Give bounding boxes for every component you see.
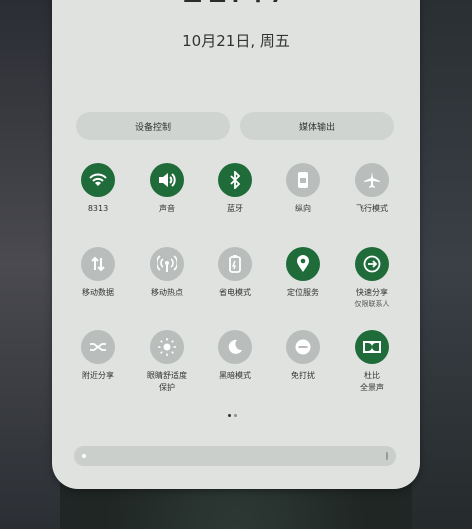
tile-airplane[interactable]: 飞行模式 [337,163,407,215]
tile-label: 纵向 [295,204,311,213]
tile-label-line2: 全景声 [360,383,384,392]
nearby-share-icon [90,343,106,351]
airplane-toggle[interactable] [355,163,389,197]
clock: 21:47 [52,0,420,11]
wifi-toggle[interactable] [81,163,115,197]
tile-dnd[interactable]: 免打扰 [268,330,338,382]
airplane-icon [364,172,380,188]
hotspot-toggle[interactable] [150,247,184,281]
battery-saver-icon [229,255,241,273]
hotspot-icon [157,255,177,272]
tile-battery-saver[interactable]: 省电模式 [200,247,270,299]
tile-label: 免打扰 [291,371,315,380]
dolby-toggle[interactable] [355,330,389,364]
dark-mode-icon [228,339,242,354]
tile-label: 省电模式 [219,288,251,297]
tile-bluetooth[interactable]: 蓝牙 [200,163,270,215]
quick-share-icon [363,255,381,273]
tile-quick-share[interactable]: 快速分享 仅限联系人 [337,247,407,309]
portrait-lock-icon [298,172,308,188]
media-output-button[interactable]: 媒体输出 [240,112,394,140]
dnd-toggle[interactable] [286,330,320,364]
sound-toggle[interactable] [150,163,184,197]
page-dot-active [228,414,231,417]
bluetooth-toggle[interactable] [218,163,252,197]
bluetooth-icon [230,171,241,189]
page-indicator [228,414,237,417]
tile-portrait[interactable]: 纵向 [268,163,338,215]
tile-dolby[interactable]: 杜比 全景声 [337,330,407,394]
background-left [0,0,60,529]
location-toggle[interactable] [286,247,320,281]
tile-label: 杜比 [364,371,380,380]
dark-mode-toggle[interactable] [218,330,252,364]
brightness-slider[interactable] [74,446,396,466]
tile-mobile-data[interactable]: 移动数据 [63,247,133,299]
tile-location[interactable]: 定位服务 [268,247,338,299]
tile-label-line2: 保护 [159,383,175,392]
eye-comfort-icon [158,338,176,356]
tile-nearby-share[interactable]: 附近分享 [63,330,133,382]
eye-comfort-toggle[interactable] [150,330,184,364]
tile-label: 眼睛舒适度 [147,371,187,380]
tile-wifi[interactable]: 8313 [63,163,133,215]
tile-label: 定位服务 [287,288,319,297]
tile-label: 声音 [159,204,175,213]
dolby-icon [363,341,381,353]
tile-eye-comfort[interactable]: 眼睛舒适度 保护 [132,330,202,394]
tile-label: 8313 [87,204,109,213]
slider-knob[interactable] [82,454,86,458]
wifi-icon [89,173,107,186]
device-control-button[interactable]: 设备控制 [76,112,230,140]
tile-label: 黑暗模式 [219,371,251,380]
quick-settings-panel: 21:47 10月21日, 周五 设备控制 媒体输出 8313 声音 [52,0,420,489]
quick-share-toggle[interactable] [355,247,389,281]
tile-label: 蓝牙 [227,204,243,213]
mobile-data-icon [91,256,105,272]
tile-label: 飞行模式 [356,204,388,213]
slider-menu-icon[interactable] [386,452,388,460]
tile-label: 附近分享 [82,371,114,380]
page-dot [234,414,237,417]
date: 10月21日, 周五 [182,32,290,50]
nearby-share-toggle[interactable] [81,330,115,364]
tile-dark-mode[interactable]: 黑暗模式 [200,330,270,382]
dnd-icon [295,339,311,355]
tile-hotspot[interactable]: 移动热点 [132,247,202,299]
mobile-data-toggle[interactable] [81,247,115,281]
tile-label: 移动数据 [82,288,114,297]
tile-label: 移动热点 [151,288,183,297]
location-icon [297,255,309,272]
tile-sublabel: 仅限联系人 [354,300,390,308]
tile-sound[interactable]: 声音 [132,163,202,215]
volume-icon [159,173,176,187]
background-right [412,0,472,529]
battery-saver-toggle[interactable] [218,247,252,281]
portrait-toggle[interactable] [286,163,320,197]
tile-label: 快速分享 [356,288,388,297]
